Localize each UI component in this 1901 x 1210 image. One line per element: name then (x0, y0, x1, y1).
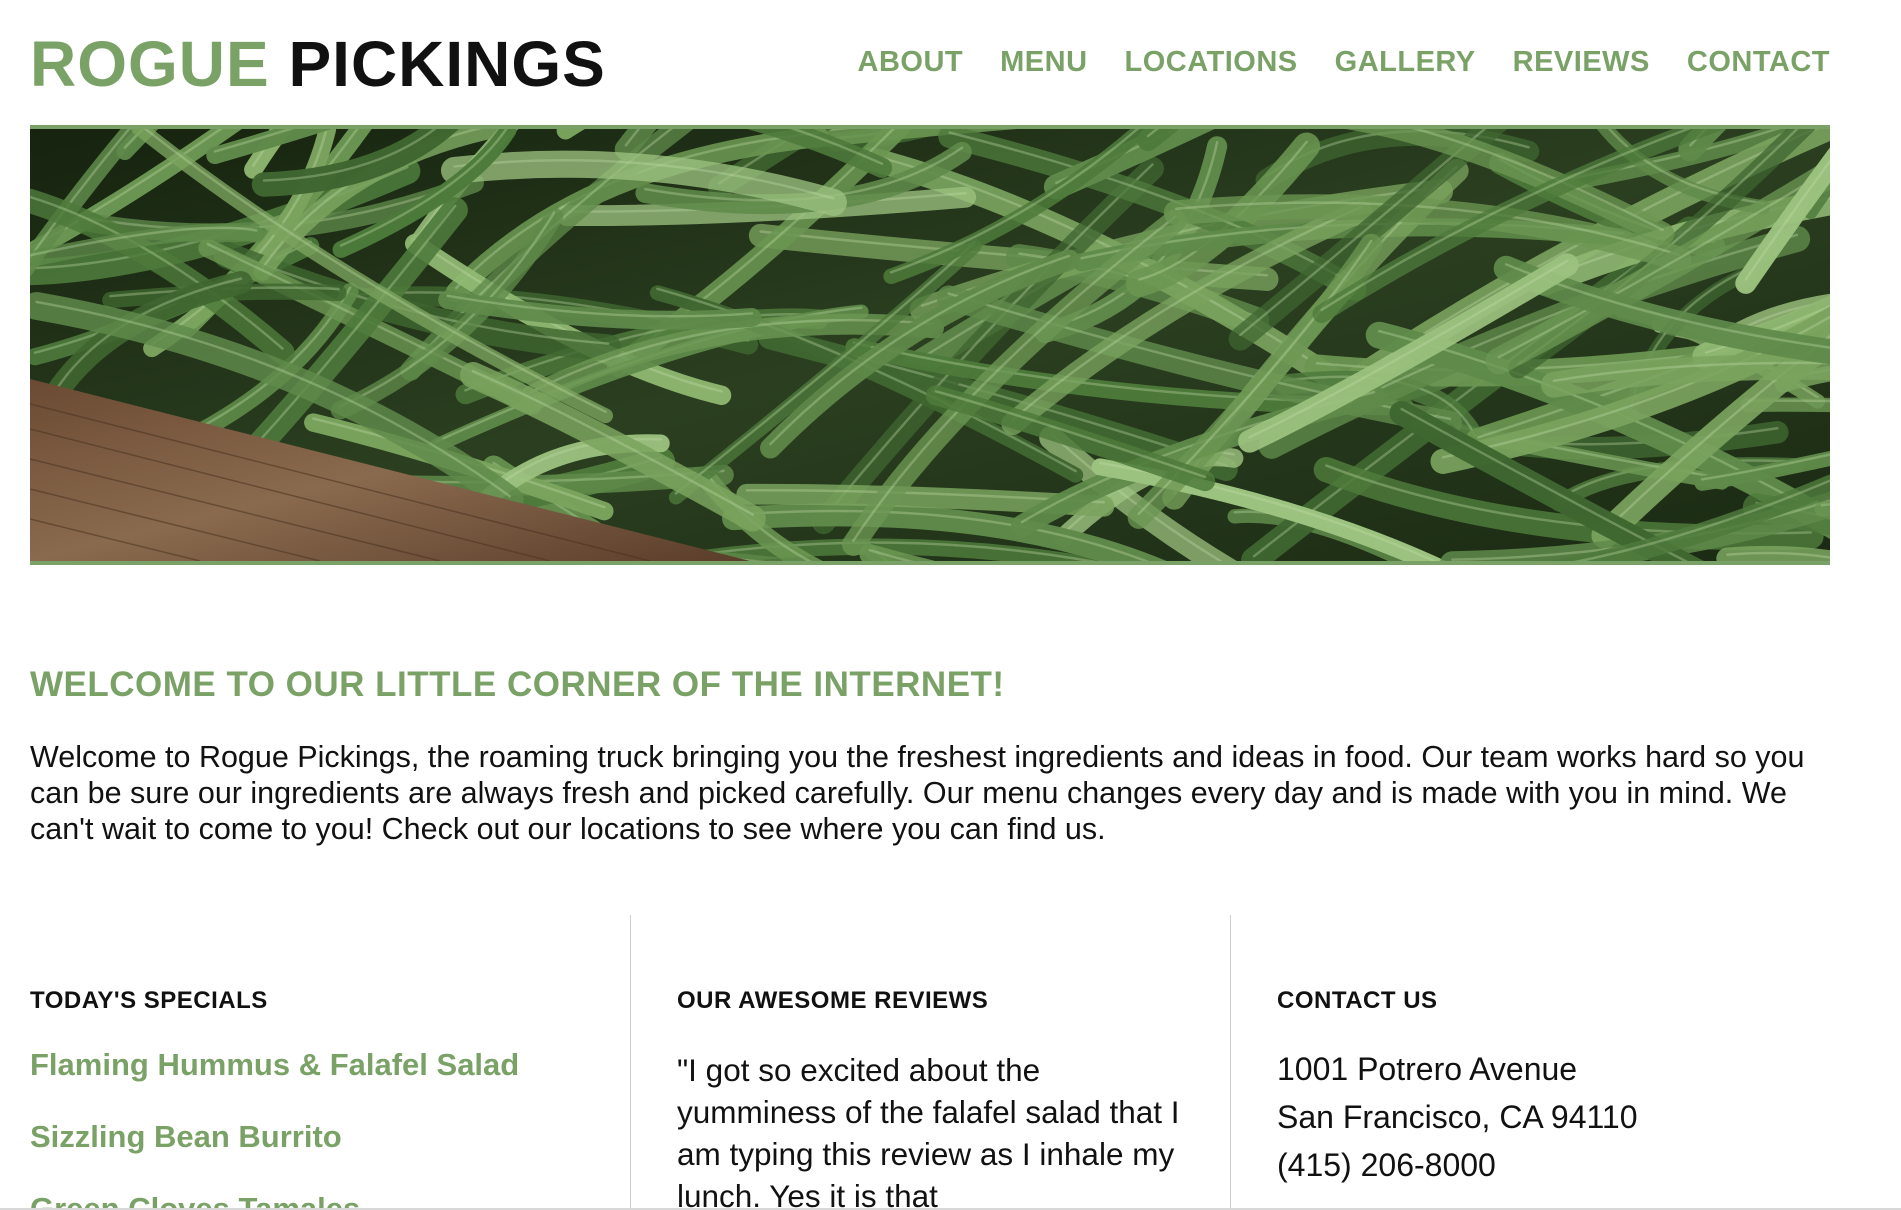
hero-photo (30, 129, 1830, 561)
nav-reviews[interactable]: REVIEWS (1513, 44, 1650, 80)
specials-column: TODAY'S SPECIALS Flaming Hummus & Falafe… (30, 915, 630, 1210)
nav-contact[interactable]: CONTACT (1687, 44, 1830, 80)
welcome-paragraph: Welcome to Rogue Pickings, the roaming t… (30, 739, 1805, 846)
main-nav: ABOUT MENU LOCATIONS GALLERY REVIEWS CON… (858, 44, 1830, 80)
review-quote: "I got so excited about the yumminess of… (677, 1052, 1180, 1210)
special-item[interactable]: Sizzling Bean Burrito (30, 1119, 630, 1155)
nav-gallery[interactable]: GALLERY (1335, 44, 1476, 80)
specials-heading: TODAY'S SPECIALS (30, 987, 268, 1014)
special-item[interactable]: Flaming Hummus & Falafel Salad (30, 1047, 630, 1083)
address-line-1: 1001 Potrero Avenue (1277, 1051, 1578, 1087)
phone-number[interactable]: (415) 206-8000 (1277, 1141, 1830, 1189)
site-header: ROGUE PICKINGS ABOUT MENU LOCATIONS GALL… (30, 0, 1830, 125)
reviews-heading: OUR AWESOME REVIEWS (677, 987, 989, 1014)
logo-rest-text: PICKINGS (288, 28, 606, 100)
hero-image-green-beans (30, 125, 1830, 565)
address-line-2: San Francisco, CA 94110 (1277, 1099, 1638, 1135)
contact-heading: CONTACT US (1277, 987, 1438, 1014)
page: ROGUE PICKINGS ABOUT MENU LOCATIONS GALL… (0, 0, 1901, 1210)
site-logo[interactable]: ROGUE PICKINGS (30, 28, 606, 100)
reviews-column: OUR AWESOME REVIEWS "I got so excited ab… (630, 915, 1230, 1210)
nav-menu[interactable]: MENU (1000, 44, 1087, 80)
nav-about[interactable]: ABOUT (858, 44, 964, 80)
contact-details: 1001 Potrero Avenue San Francisco, CA 94… (1277, 1045, 1830, 1189)
info-columns: TODAY'S SPECIALS Flaming Hummus & Falafe… (30, 915, 1830, 1210)
welcome-heading: WELCOME TO OUR LITTLE CORNER OF THE INTE… (30, 665, 1005, 705)
logo-accent-text: ROGUE (30, 28, 270, 100)
nav-locations[interactable]: LOCATIONS (1125, 44, 1298, 80)
contact-column: CONTACT US 1001 Potrero Avenue San Franc… (1230, 915, 1830, 1210)
